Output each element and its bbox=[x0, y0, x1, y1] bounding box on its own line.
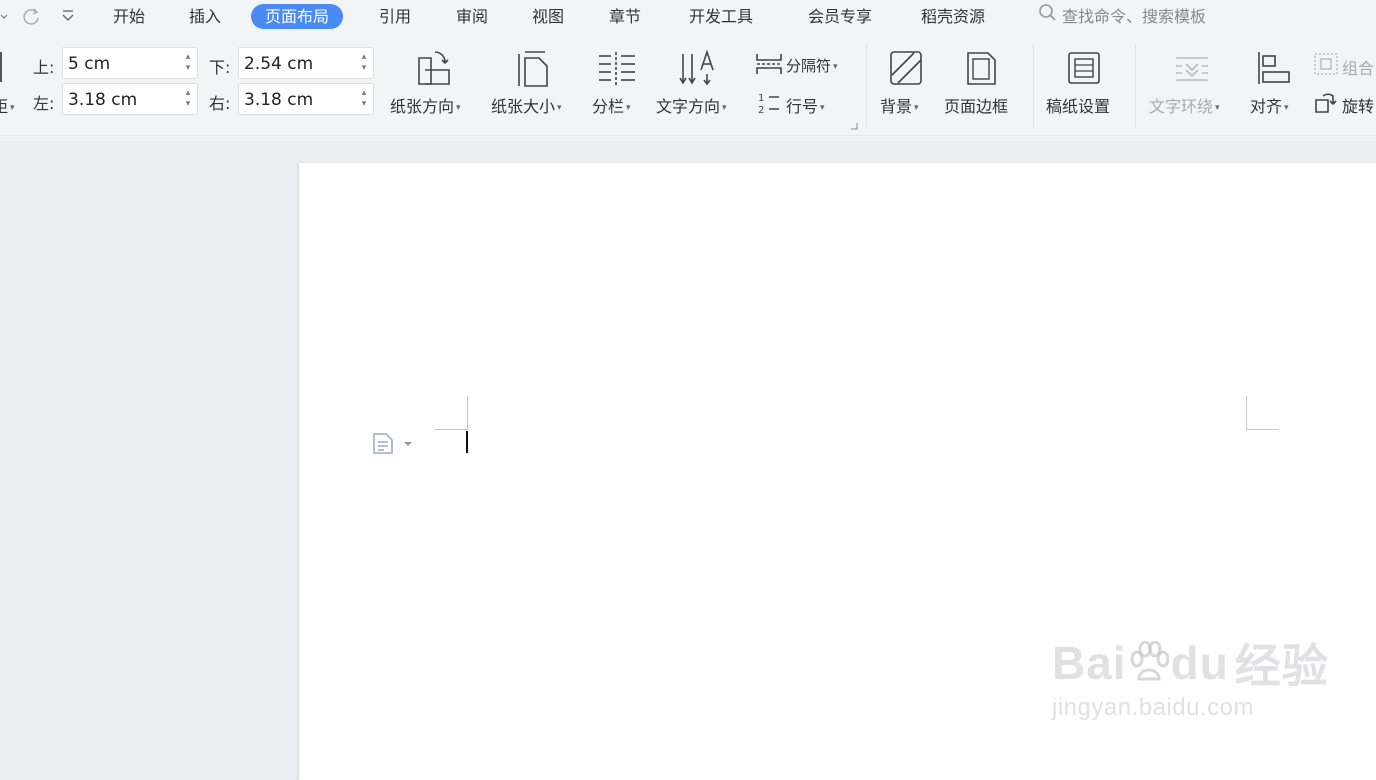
ribbon-separator bbox=[1033, 44, 1034, 128]
text-direction-icon[interactable] bbox=[679, 48, 717, 88]
group-icon[interactable] bbox=[1313, 52, 1339, 76]
redo-icon[interactable] bbox=[20, 6, 42, 26]
paw-logo-icon bbox=[1129, 640, 1170, 685]
spinner-arrows-icon[interactable]: ▴ ▾ bbox=[183, 88, 193, 110]
page-border-button[interactable]: 页面边框 bbox=[944, 93, 1008, 117]
group-button[interactable]: 组合 bbox=[1342, 55, 1374, 79]
watermark-url: jingyan.baidu.com bbox=[1052, 694, 1254, 721]
tab-references[interactable]: 引用 bbox=[379, 4, 411, 29]
spinner-arrows-icon[interactable]: ▴ ▾ bbox=[359, 52, 369, 74]
line-numbers-button[interactable]: 行号 ▾ bbox=[786, 93, 825, 117]
ribbon-separator bbox=[1135, 44, 1136, 128]
page-setup-launcher-icon[interactable] bbox=[850, 122, 858, 130]
tab-insert[interactable]: 插入 bbox=[189, 4, 221, 29]
margin-left-input[interactable]: 3.18 cm ▴ ▾ bbox=[62, 83, 198, 115]
page-orientation-button[interactable]: 纸张方向 ▾ bbox=[390, 93, 461, 117]
margin-right-value: 3.18 cm bbox=[244, 90, 314, 110]
baidu-jingyan-watermark: Bai du 经验 jingyan.baidu.com bbox=[1052, 630, 1329, 722]
margin-right-label: 右: bbox=[209, 94, 231, 113]
paper-size-icon[interactable] bbox=[515, 48, 551, 88]
page-border-icon[interactable] bbox=[964, 49, 998, 87]
tab-page-layout[interactable]: 页面布局 bbox=[251, 4, 344, 29]
margin-bottom-label: 下: bbox=[209, 58, 231, 77]
tab-view[interactable]: 视图 bbox=[532, 4, 564, 29]
margin-left-value: 3.18 cm bbox=[68, 90, 138, 110]
margin-top-input[interactable]: 5 cm ▴ ▾ bbox=[62, 47, 198, 79]
columns-icon[interactable] bbox=[597, 50, 637, 88]
page-orientation-icon[interactable] bbox=[413, 48, 453, 88]
text-direction-button[interactable]: 文字方向 ▾ bbox=[656, 93, 727, 117]
menu-tab-bar: 开始 插入 页面布局 引用 审阅 视图 章节 开发工具 会员专享 稻壳资源 查找… bbox=[0, 0, 1376, 32]
line-numbers-icon[interactable]: 12 bbox=[757, 91, 781, 115]
command-search[interactable]: 查找命令、搜索模板 bbox=[1038, 4, 1206, 29]
crop-mark-top-right bbox=[1246, 429, 1279, 430]
text-wrap-icon[interactable] bbox=[1174, 54, 1210, 84]
page-break-icon[interactable] bbox=[755, 52, 783, 76]
page-background-button[interactable]: 背景 ▾ bbox=[880, 93, 919, 117]
margin-top-value: 5 cm bbox=[68, 54, 111, 74]
quick-access-more-icon[interactable] bbox=[58, 6, 78, 26]
spinner-arrows-icon[interactable]: ▴ ▾ bbox=[359, 88, 369, 110]
tab-developer[interactable]: 开发工具 bbox=[689, 4, 753, 29]
tab-home[interactable]: 开始 bbox=[113, 4, 145, 29]
margin-left-label: 左: bbox=[33, 94, 55, 113]
crop-mark-top-right bbox=[1246, 396, 1247, 429]
margin-bottom-value: 2.54 cm bbox=[244, 54, 314, 74]
tab-docer-resources[interactable]: 稻壳资源 bbox=[921, 4, 985, 29]
crop-mark-top-left bbox=[435, 429, 468, 430]
tab-member[interactable]: 会员专享 bbox=[808, 4, 872, 29]
rotate-icon[interactable] bbox=[1313, 90, 1339, 114]
search-icon bbox=[1038, 3, 1058, 30]
page-background-icon[interactable] bbox=[888, 49, 924, 87]
watermark-brand: Bai du 经验 bbox=[1052, 637, 1329, 692]
rotate-button[interactable]: 旋转 bbox=[1342, 93, 1374, 117]
margins-icon[interactable] bbox=[0, 52, 4, 82]
ribbon-separator bbox=[866, 44, 867, 128]
tab-chapter[interactable]: 章节 bbox=[609, 4, 641, 29]
svg-text:2: 2 bbox=[758, 105, 764, 115]
text-cursor bbox=[466, 431, 468, 453]
tab-review[interactable]: 审阅 bbox=[456, 4, 488, 29]
manuscript-settings-button[interactable]: 稿纸设置 bbox=[1046, 93, 1110, 117]
document-canvas[interactable]: Bai du 经验 jingyan.baidu.com bbox=[0, 137, 1376, 780]
margin-right-input[interactable]: 3.18 cm ▴ ▾ bbox=[238, 83, 374, 115]
margins-button[interactable]: 距 ▾ bbox=[0, 93, 15, 117]
crop-mark-top-left bbox=[467, 396, 468, 429]
text-wrap-button[interactable]: 文字环绕 ▾ bbox=[1149, 93, 1220, 117]
manuscript-paper-icon[interactable] bbox=[1066, 50, 1102, 86]
align-button[interactable]: 对齐 ▾ bbox=[1250, 93, 1289, 117]
breaks-button[interactable]: 分隔符 ▾ bbox=[786, 55, 838, 76]
page-layout-ribbon: 距 ▾ 上: 5 cm ▴ ▾ 下: 2.54 cm ▴ ▾ 左: 3.18 cm ▴… bbox=[0, 32, 1376, 136]
spinner-arrows-icon[interactable]: ▴ ▾ bbox=[183, 52, 193, 74]
paragraph-layout-icon[interactable] bbox=[372, 432, 416, 458]
search-placeholder: 查找命令、搜索模板 bbox=[1062, 7, 1207, 26]
margin-bottom-input[interactable]: 2.54 cm ▴ ▾ bbox=[238, 47, 374, 79]
margin-top-label: 上: bbox=[33, 58, 55, 77]
svg-text:1: 1 bbox=[758, 93, 764, 104]
columns-button[interactable]: 分栏 ▾ bbox=[592, 93, 631, 117]
paper-size-button[interactable]: 纸张大小 ▾ bbox=[491, 93, 562, 117]
align-icon[interactable] bbox=[1256, 50, 1292, 86]
undo-dropdown-icon[interactable] bbox=[0, 6, 8, 26]
